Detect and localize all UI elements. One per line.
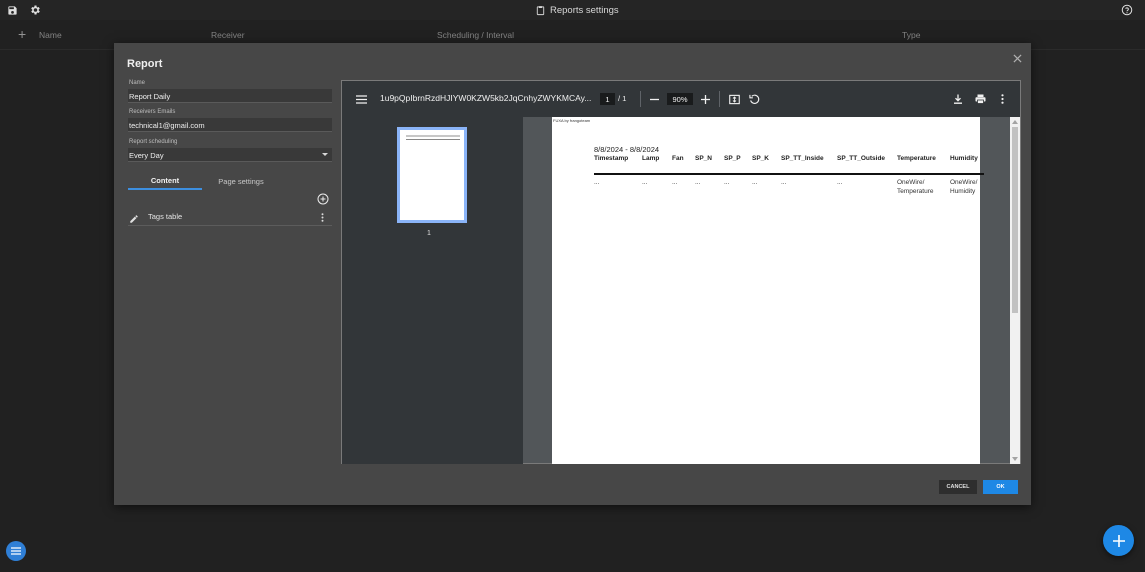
receivers-label: Receivers Emails — [129, 109, 176, 115]
table-cell: ... — [752, 179, 758, 186]
report-dialog: Report Name Report Daily Receivers Email… — [114, 43, 1031, 505]
toolbar-divider — [640, 91, 641, 107]
scrollbar-thumb[interactable] — [1012, 127, 1018, 313]
menu-icon[interactable] — [354, 92, 368, 106]
table-header-rule — [594, 173, 984, 175]
print-icon[interactable] — [973, 92, 987, 106]
table-col-temperature: Temperature — [897, 155, 936, 162]
pdf-page-header: FUXA by frangoteam — [553, 118, 591, 123]
clipboard-icon — [535, 5, 546, 16]
dialog-tabs: Content Page settings — [128, 173, 332, 190]
content-item-row[interactable]: Tags table — [128, 208, 332, 226]
toolbar-divider — [719, 91, 720, 107]
pdf-viewer: 1u9pQpIbrnRzdHJIYW0KZW5kb2JqCnhyZWYKMCAy… — [341, 80, 1021, 464]
save-icon[interactable] — [4, 2, 20, 18]
content-item-label: Tags table — [148, 212, 183, 221]
chevron-down-icon — [322, 153, 328, 156]
scroll-up-icon[interactable] — [1012, 120, 1018, 124]
thumbnail-sidebar: 1 — [342, 117, 523, 464]
more-vert-icon[interactable] — [995, 92, 1009, 106]
pdf-scrollbar[interactable] — [1010, 117, 1020, 464]
table-col-fan: Fan — [672, 155, 684, 162]
name-label: Name — [129, 80, 146, 86]
pdf-filename: 1u9pQpIbrnRzdHJIYW0KZW5kb2JqCnhyZWYKMCAy… — [380, 93, 592, 103]
pencil-icon[interactable] — [129, 211, 139, 223]
tab-content[interactable]: Content — [128, 173, 202, 190]
table-col-sp-p: SP_P — [724, 155, 741, 162]
close-icon[interactable] — [1010, 51, 1024, 65]
page-title: Reports settings — [535, 2, 619, 18]
table-cell: OneWire/ Humidity — [950, 179, 978, 195]
tab-page-settings[interactable]: Page settings — [202, 173, 280, 190]
cancel-button[interactable]: CANCEL — [939, 480, 977, 494]
table-cell: ... — [724, 179, 730, 186]
menu-fab-button[interactable] — [6, 541, 26, 561]
table-cell: ... — [837, 179, 843, 186]
gear-icon[interactable] — [27, 2, 43, 18]
scheduling-label: Report scheduling — [129, 139, 178, 145]
table-cell: ... — [672, 179, 678, 186]
zoom-in-icon[interactable] — [698, 92, 712, 106]
receivers-email-input[interactable]: technical1@gmail.com — [128, 118, 332, 132]
table-col-humidity: Humidity — [950, 155, 978, 162]
add-circle-icon[interactable] — [317, 193, 329, 205]
name-input-value: Report Daily — [129, 92, 171, 101]
table-col-sp-tt-outside: SP_TT_Outside — [837, 155, 886, 162]
table-col-sp-tt-inside: SP_TT_Inside — [781, 155, 824, 162]
receivers-input-value: technical1@gmail.com — [129, 121, 205, 130]
table-cell: OneWire/ Temperature — [897, 179, 934, 195]
page-thumbnail[interactable] — [397, 127, 467, 223]
scheduling-select[interactable]: Every Day — [128, 148, 332, 162]
more-vert-icon[interactable] — [318, 211, 326, 223]
table-cell: ... — [642, 179, 648, 186]
rotate-icon[interactable] — [747, 92, 761, 106]
download-icon[interactable] — [951, 92, 965, 106]
menu-icon — [11, 547, 21, 555]
ok-button[interactable]: OK — [983, 480, 1018, 494]
fit-page-icon[interactable] — [727, 92, 741, 106]
table-col-sp-n: SP_N — [695, 155, 712, 162]
table-col-lamp: Lamp — [642, 155, 660, 162]
top-bar: Reports settings — [0, 0, 1145, 20]
pdf-page: FUXA by frangoteam 8/8/2024 - 8/8/2024 T… — [552, 117, 984, 464]
dialog-title: Report — [127, 58, 163, 70]
add-report-fab-button[interactable] — [1103, 525, 1134, 556]
table-cell: ... — [695, 179, 701, 186]
table-cell: ... — [594, 179, 600, 186]
help-icon[interactable] — [1119, 2, 1135, 18]
thumbnail-page-number: 1 — [427, 230, 431, 237]
page-title-text: Reports settings — [550, 4, 619, 16]
page-number-input[interactable]: 1 — [600, 93, 615, 105]
scheduling-select-value: Every Day — [129, 151, 164, 160]
table-col-timestamp: Timestamp — [594, 155, 629, 162]
name-input[interactable]: Report Daily — [128, 89, 332, 103]
zoom-input[interactable]: 90% — [667, 93, 693, 105]
plus-icon — [1112, 534, 1125, 547]
report-date-range: 8/8/2024 - 8/8/2024 — [594, 145, 660, 154]
table-col-sp-k: SP_K — [752, 155, 769, 162]
table-cell: ... — [781, 179, 787, 186]
zoom-out-icon[interactable] — [647, 92, 661, 106]
pdf-toolbar: 1u9pQpIbrnRzdHJIYW0KZW5kb2JqCnhyZWYKMCAy… — [342, 81, 1020, 117]
page-count: / 1 — [618, 94, 627, 103]
scroll-down-icon[interactable] — [1012, 457, 1018, 461]
